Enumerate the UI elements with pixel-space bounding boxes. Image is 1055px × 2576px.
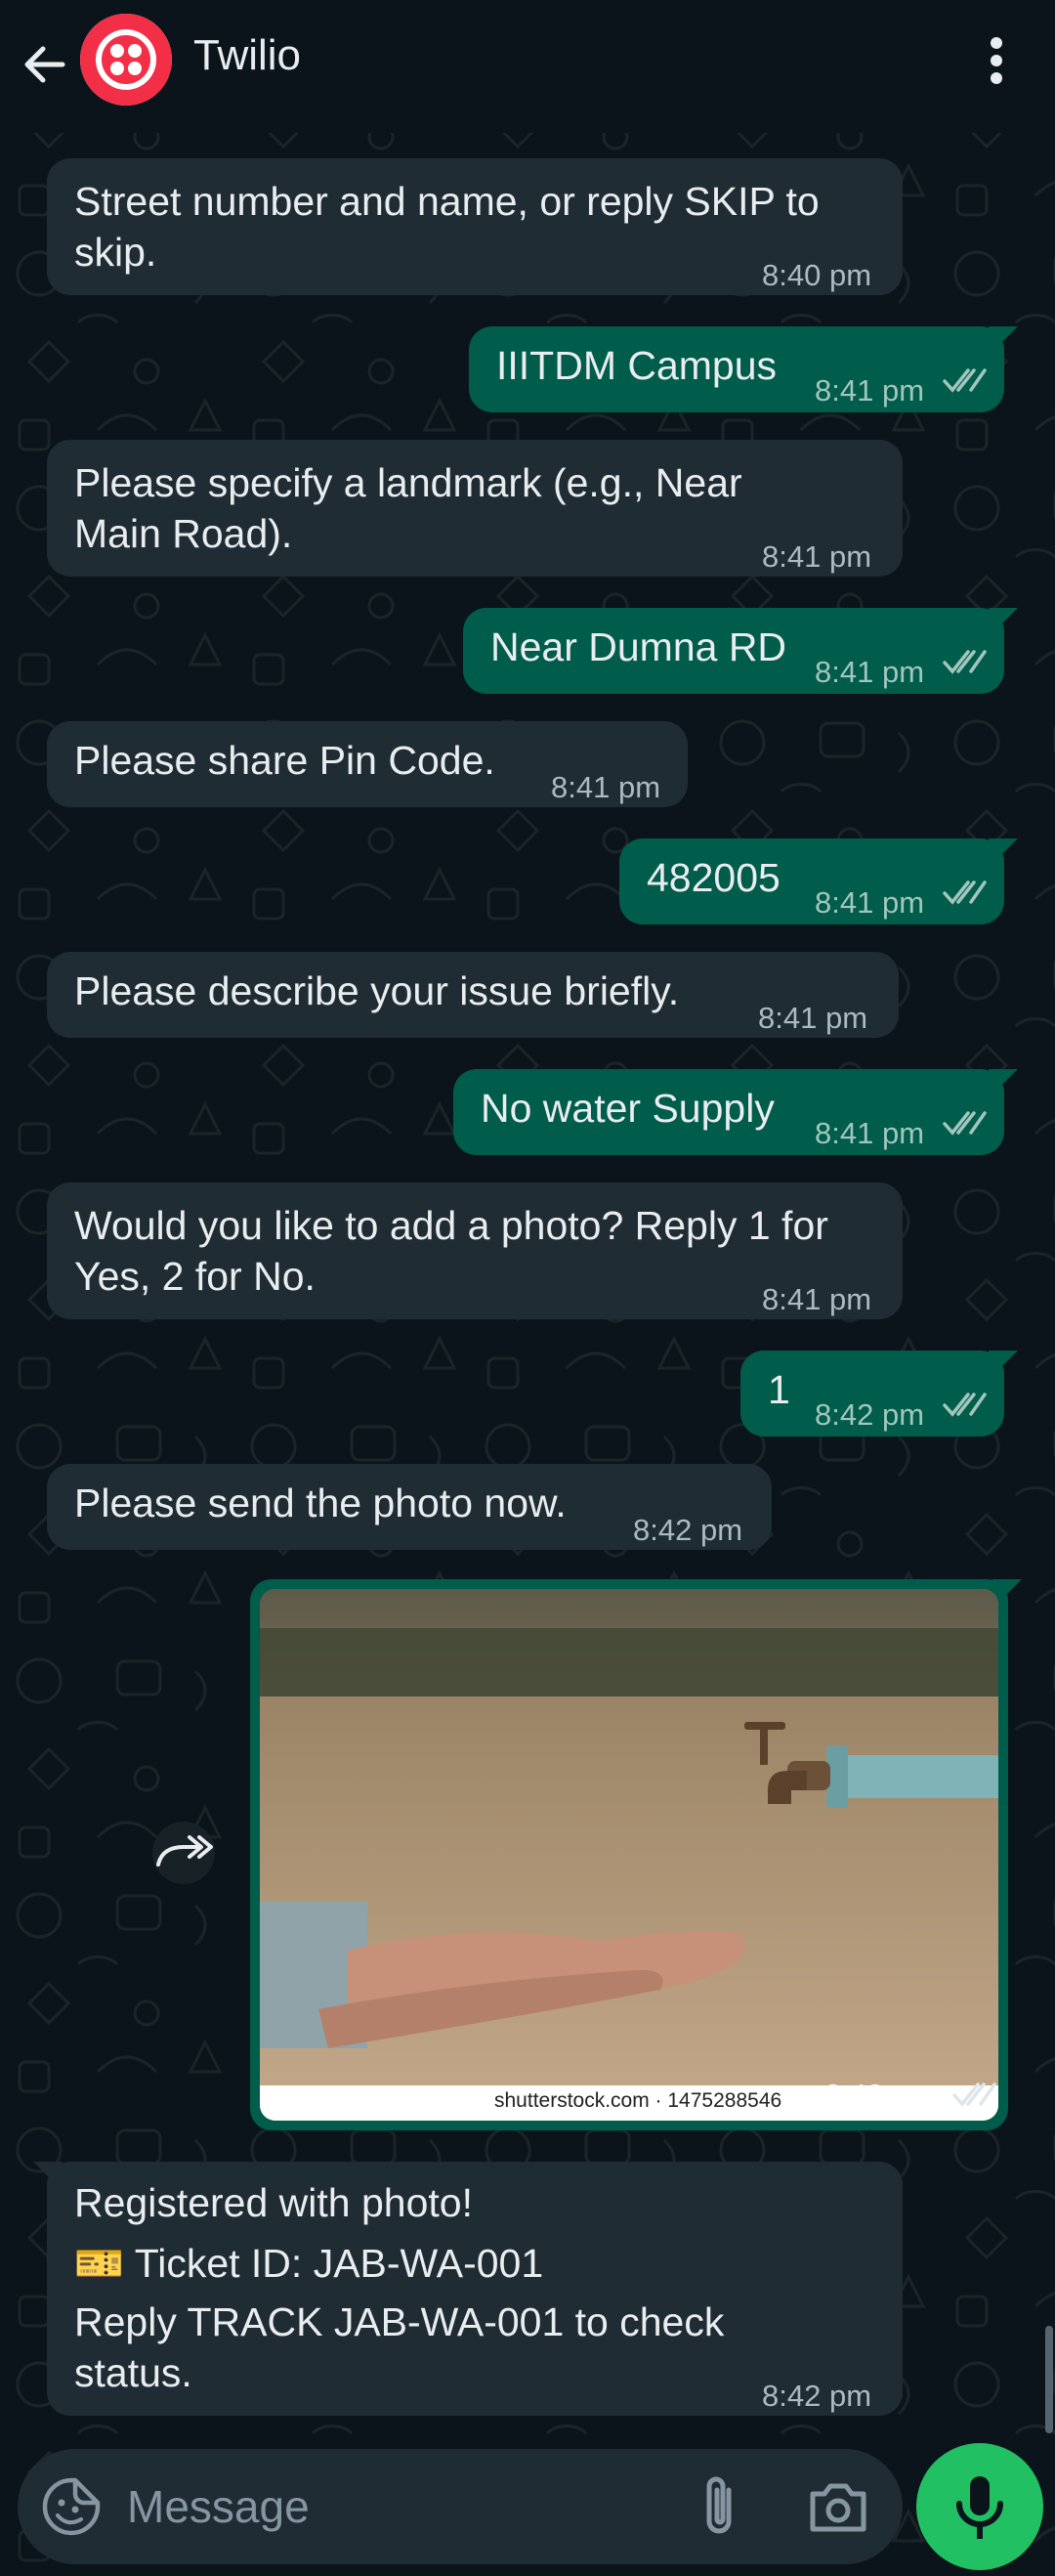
message-input[interactable] [125,2476,676,2537]
message-text-line: 🎫 Ticket ID: JAB-WA-001 [74,2241,544,2286]
arrow-left-icon[interactable] [18,37,72,92]
message-incoming[interactable]: Registered with photo! 🎫 Ticket ID: JAB-… [33,2162,903,2416]
message-incoming[interactable]: Would you like to add a photo? Reply 1 f… [47,1182,903,1319]
scrollbar[interactable] [1045,2326,1053,2433]
message-time: 8:41 pm [815,1116,925,1150]
bubble-tail [989,608,1018,629]
message-time: 8:42 pm [824,2078,935,2112]
message-time: 8:41 pm [815,373,925,408]
forward-icon[interactable] [145,1822,223,1884]
message-text-line: 482005 [647,855,781,900]
message-text-line: Near Dumna RD [490,624,787,669]
message-incoming[interactable]: Street number and name, or reply SKIP to… [47,158,903,295]
read-receipt-icon [943,1111,987,1136]
bubble-tail [33,2162,63,2183]
message-outgoing[interactable]: No water Supply 8:41 pm [453,1069,1018,1155]
message-outgoing[interactable]: 482005 8:41 pm [619,838,1018,924]
message-text-line: Reply TRACK JAB-WA-001 to check [74,2299,725,2344]
message-text-line: Street number and name, or reply SKIP to [74,179,820,224]
bubble-tail [989,838,1018,860]
message-text-line: Please describe your issue briefly. [74,968,680,1013]
chat-header: Twilio [0,0,1055,133]
message-outgoing[interactable]: 1 8:42 pm [740,1351,1018,1437]
mic-icon [956,2476,1003,2539]
photo-message[interactable]: shutterstock.com · 1475288546 8:42 pm [250,1579,1022,2130]
read-receipt-icon [943,368,987,393]
read-receipt-icon [952,2082,996,2107]
message-time: 8:41 pm [762,539,872,574]
message-text-line: IIITDM Campus [496,343,778,388]
message-text-line: 1 [768,1367,790,1412]
message-time: 8:42 pm [762,2379,872,2413]
message-time: 8:41 pm [815,655,925,689]
bubble-tail [989,1069,1018,1091]
camera-icon[interactable] [805,2474,871,2539]
read-receipt-icon [943,1393,987,1417]
avatar[interactable] [80,14,172,106]
message-text-line: Main Road). [74,511,293,556]
more-vert-icon[interactable] [977,31,1016,90]
message-time: 8:41 pm [815,885,925,920]
message-outgoing[interactable]: IIITDM Campus 8:41 pm [469,326,1018,412]
message-text-line: Yes, 2 for No. [74,1254,316,1299]
message-time: 8:41 pm [762,1282,872,1316]
message-text-line: Please share Pin Code. [74,738,495,783]
bubble-tail [989,326,1018,348]
read-receipt-icon [943,650,987,674]
sticker-icon[interactable] [41,2476,102,2537]
message-time: 8:42 pm [633,1513,743,1547]
message-time: 8:41 pm [551,770,661,804]
watermark-text: shutterstock.com · 1475288546 [494,2089,782,2112]
message-text-line: Please specify a landmark (e.g., Near [74,460,742,505]
message-outgoing[interactable]: Near Dumna RD 8:41 pm [463,608,1018,694]
message-incoming[interactable]: Please share Pin Code. 8:41 pm [47,721,688,807]
message-text-line: skip. [74,230,157,275]
dry-tap-hands-photo [260,1589,998,2121]
message-composer [18,2449,903,2564]
message-text-line: Registered with photo! [74,2180,473,2225]
twilio-logo [80,14,172,106]
message-incoming[interactable]: Please specify a landmark (e.g., Near Ma… [47,440,903,577]
message-time: 8:41 pm [758,1001,868,1035]
mic-button[interactable] [916,2443,1043,2570]
message-time: 8:42 pm [815,1397,925,1432]
read-receipt-icon [943,880,987,905]
message-text-line: Would you like to add a photo? Reply 1 f… [74,1203,828,1248]
message-text-line: status. [74,2350,192,2395]
message-text-line: Please send the photo now. [74,1481,567,1525]
message-time: 8:40 pm [762,258,872,292]
bubble-tail [989,1351,1018,1372]
paperclip-icon[interactable] [690,2472,752,2541]
message-incoming[interactable]: Please describe your issue briefly. 8:41… [47,952,899,1038]
message-incoming[interactable]: Please send the photo now. 8:42 pm [47,1464,772,1550]
photo-image[interactable]: shutterstock.com · 1475288546 8:42 pm [260,1589,998,2121]
contact-name[interactable]: Twilio [193,31,301,80]
message-text-line: No water Supply [481,1086,775,1131]
